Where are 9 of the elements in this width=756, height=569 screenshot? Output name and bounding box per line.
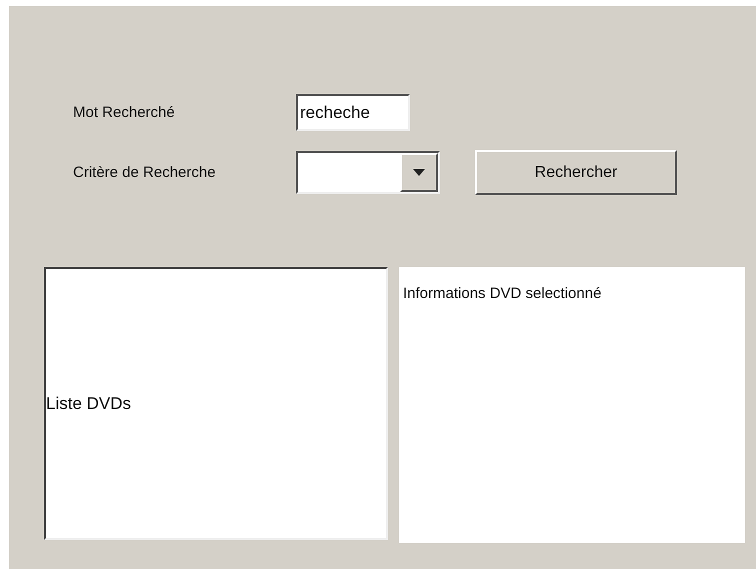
dvd-list-label: Liste DVDs [46, 392, 132, 415]
search-word-label: Mot Recherché [73, 105, 176, 120]
dvd-list[interactable]: Liste DVDs [44, 267, 388, 540]
search-criteria-label: Critère de Recherche [73, 165, 217, 180]
dvd-details-label: Informations DVD selectionné [403, 285, 602, 302]
dropdown-arrow-icon [413, 169, 425, 176]
search-button[interactable]: Rechercher [475, 150, 677, 195]
criteria-dropdown[interactable] [296, 151, 440, 194]
search-word-field[interactable]: recheche [296, 94, 410, 131]
